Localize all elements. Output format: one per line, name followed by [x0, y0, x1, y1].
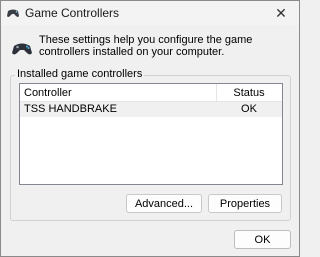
close-button[interactable]: ✕	[267, 3, 295, 23]
window-title: Game Controllers	[25, 6, 120, 20]
column-header-controller[interactable]: Controller	[24, 87, 72, 99]
controller-status: OK	[241, 103, 257, 115]
group-label: Installed game controllers	[15, 68, 145, 80]
gamepad-icon	[7, 9, 19, 17]
column-separator[interactable]	[216, 84, 217, 101]
table-row[interactable]: TSS HANDBRAKE OK	[20, 102, 282, 117]
intro-description: These settings help you configure the ga…	[39, 34, 253, 58]
properties-button[interactable]: Properties	[208, 194, 282, 213]
ok-button[interactable]: OK	[234, 230, 291, 249]
game-controllers-window: Game Controllers ✕ These settings help y…	[0, 0, 300, 257]
title-bar: Game Controllers ✕	[1, 1, 299, 25]
controller-name: TSS HANDBRAKE	[24, 103, 117, 115]
advanced-button[interactable]: Advanced...	[126, 194, 202, 213]
controllers-list[interactable]: Controller Status TSS HANDBRAKE OK	[19, 83, 283, 185]
list-header: Controller Status	[20, 84, 282, 102]
gamepad-icon	[12, 43, 32, 55]
close-icon: ✕	[275, 4, 287, 21]
column-header-status[interactable]: Status	[220, 87, 278, 99]
